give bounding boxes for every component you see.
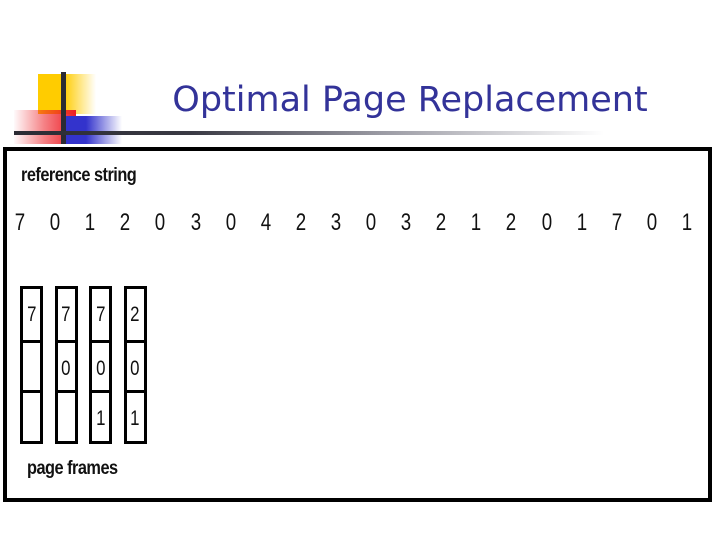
yellow-square-icon — [38, 74, 96, 114]
page-frame-cell — [23, 339, 40, 391]
blue-square-icon — [64, 116, 122, 144]
reference-string-digit: 7 — [611, 209, 622, 236]
reference-string-digit: 4 — [260, 209, 271, 236]
page-frame-value: 0 — [95, 356, 106, 380]
page-title: Optimal Page Replacement — [172, 80, 648, 120]
reference-string-digit: 1 — [471, 209, 482, 236]
title-area: Optimal Page Replacement — [0, 0, 720, 148]
page-frame-cell: 0 — [57, 339, 75, 391]
reference-string-digit: 3 — [400, 209, 412, 236]
page-frame-cell: 0 — [126, 339, 144, 391]
page-frame-column: 7 — [20, 286, 43, 444]
reference-string-digit: 1 — [576, 209, 587, 236]
slide-canvas: Optimal Page Replacement reference strin… — [0, 0, 720, 540]
reference-string-digit: 0 — [541, 209, 552, 236]
page-frame-value: 0 — [130, 356, 140, 380]
page-frame-column: 7 0 1 — [89, 286, 112, 444]
reference-string-digit: 3 — [330, 209, 342, 236]
reference-string-digit: 1 — [681, 209, 693, 236]
reference-string-digit: 1 — [84, 209, 96, 236]
page-frame-cell: 0 — [92, 339, 109, 391]
page-frame-value: 0 — [61, 356, 71, 380]
page-frame-cell — [57, 390, 75, 441]
figure-panel: reference string 70120304230321201701 77… — [3, 147, 712, 502]
reference-string-digit: 7 — [14, 209, 26, 236]
reference-string-digit: 2 — [506, 209, 517, 236]
page-frame-value: 1 — [130, 407, 140, 431]
page-frame-cell: 1 — [92, 390, 109, 441]
page-frame-value: 7 — [26, 303, 37, 326]
reference-string-digit: 0 — [49, 209, 61, 236]
reference-string-digit: 2 — [435, 209, 447, 236]
page-frame-column: 2 0 1 — [123, 286, 147, 444]
page-frame-value: 7 — [95, 303, 106, 326]
reference-string-digit: 2 — [120, 209, 131, 236]
horizontal-rule-divider — [14, 131, 604, 135]
page-frame-cell — [23, 390, 40, 441]
page-frame-value: 2 — [130, 303, 140, 326]
reference-string-label: reference string — [21, 165, 137, 186]
page-frame-value: 7 — [61, 303, 71, 326]
reference-string-digit: 0 — [646, 209, 658, 236]
page-frame-value: 1 — [95, 407, 106, 431]
reference-string-digit: 0 — [225, 209, 236, 236]
page-frames-label: page frames — [27, 458, 118, 479]
reference-string-row: 70120304230321201701 — [7, 209, 708, 241]
reference-string-digit: 3 — [190, 209, 201, 236]
decorative-logo — [14, 72, 134, 144]
page-frame-cell: 7 — [92, 289, 109, 340]
reference-string-digit: 0 — [155, 209, 166, 236]
page-frame-column: 70 — [54, 286, 78, 444]
reference-string-digit: 0 — [365, 209, 377, 236]
reference-string-digit: 2 — [295, 209, 307, 236]
page-frame-cell: 1 — [126, 390, 144, 441]
page-frame-cell: 2 — [127, 289, 144, 340]
page-frame-cell: 7 — [58, 289, 75, 340]
page-frame-cell: 7 — [23, 289, 40, 340]
